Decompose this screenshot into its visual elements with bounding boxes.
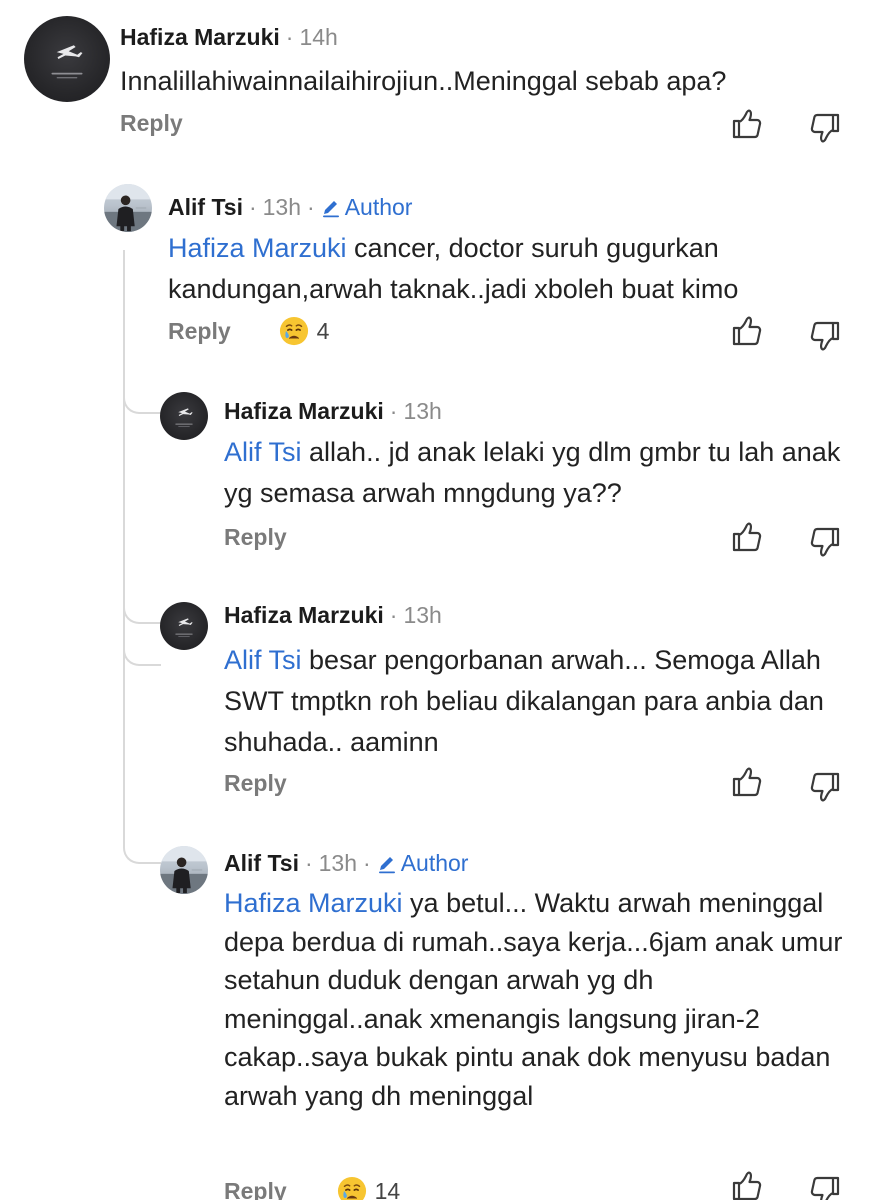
separator-dot: ·	[248, 194, 257, 220]
separator-dot: ·	[285, 24, 294, 50]
pencil-icon	[378, 857, 395, 874]
avatar-image	[160, 392, 208, 440]
author-name[interactable]: Hafiza Marzuki	[120, 24, 280, 51]
comment-text: Innalillahiwainnailaihirojiun..Meninggal…	[120, 62, 850, 100]
comment-header: Hafiza Marzuki · 13h	[224, 398, 442, 425]
comment-2: Alif Tsi · 13h · Author Hafiza Marzuki c…	[0, 170, 875, 370]
avatar[interactable]	[160, 392, 208, 440]
comment-actions: Reply	[224, 524, 287, 551]
thumbs-down-icon[interactable]	[808, 318, 842, 352]
comment-text: Hafiza Marzuki cancer, doctor suruh gugu…	[168, 228, 848, 310]
thumbs-down-icon[interactable]	[808, 1173, 842, 1200]
comment-actions: Reply	[224, 770, 287, 797]
avatar-image	[160, 846, 208, 894]
comment-actions: Reply	[120, 110, 183, 137]
avatar[interactable]	[104, 184, 152, 232]
reply-button[interactable]: Reply	[224, 524, 287, 551]
reaction-count: 4	[316, 317, 330, 344]
separator-dot: ·	[304, 850, 313, 876]
pencil-icon	[322, 201, 339, 218]
comment-text: Alif Tsi besar pengorbanan arwah... Semo…	[224, 640, 844, 763]
reaction-summary[interactable]: 14	[336, 1176, 401, 1200]
comment-body: Innalillahiwainnailaihirojiun..Meninggal…	[120, 66, 727, 96]
author-badge: Author	[321, 194, 413, 221]
timestamp: 13h	[262, 194, 302, 220]
avatar[interactable]	[160, 602, 208, 650]
comment-header: Alif Tsi · 13h · Author	[224, 850, 468, 877]
comment-body: allah.. jd anak lelaki yg dlm gmbr tu la…	[224, 437, 841, 508]
avatar[interactable]	[160, 846, 208, 894]
mention-link[interactable]: Alif Tsi	[224, 437, 302, 467]
avatar-image	[24, 16, 110, 102]
comment-actions: Reply 14	[224, 1176, 400, 1200]
author-name[interactable]: Hafiza Marzuki	[224, 602, 384, 629]
reply-button[interactable]: Reply	[224, 770, 287, 797]
separator-dot: ·	[363, 850, 371, 876]
comment-body: ya betul... Waktu arwah meninggal depa b…	[224, 888, 843, 1111]
separator-dot: ·	[389, 398, 398, 424]
separator-dot: ·	[307, 194, 315, 220]
thumbs-down-icon[interactable]	[808, 110, 842, 144]
author-name[interactable]: Alif Tsi	[224, 850, 299, 877]
thumbs-up-icon[interactable]	[730, 1170, 764, 1200]
thumbs-down-icon[interactable]	[808, 524, 842, 558]
reaction-summary[interactable]: 4	[278, 316, 330, 346]
comment-text: Alif Tsi allah.. jd anak lelaki yg dlm g…	[224, 432, 854, 514]
comment-3: Hafiza Marzuki · 13h Alif Tsi allah.. jd…	[0, 380, 875, 580]
comment-header: Alif Tsi · 13h · Author	[168, 194, 412, 221]
reply-button[interactable]: Reply	[168, 318, 231, 345]
timestamp: 13h	[403, 398, 442, 424]
timestamp: 13h	[403, 602, 442, 628]
timestamp: 13h	[318, 850, 358, 876]
author-badge-label: Author	[344, 194, 413, 220]
reply-button[interactable]: Reply	[120, 110, 183, 137]
mention-link[interactable]: Alif Tsi	[224, 645, 302, 675]
thumbs-down-icon[interactable]	[808, 769, 842, 803]
mention-link[interactable]: Hafiza Marzuki	[168, 233, 347, 263]
timestamp: 14h	[299, 24, 338, 50]
comment-header: Hafiza Marzuki · 14h	[120, 24, 338, 51]
separator-dot: ·	[389, 602, 398, 628]
comment-1: Hafiza Marzuki · 14h Innalillahiwainnail…	[0, 0, 875, 160]
crying-face-icon	[336, 1176, 367, 1200]
mention-link[interactable]: Hafiza Marzuki	[224, 888, 403, 918]
crying-face-icon	[278, 316, 309, 346]
thumbs-up-icon[interactable]	[730, 108, 764, 142]
author-badge: Author	[377, 850, 469, 877]
comment-text: Hafiza Marzuki ya betul... Waktu arwah m…	[224, 884, 854, 1115]
thumbs-up-icon[interactable]	[730, 766, 764, 800]
reply-button[interactable]: Reply	[224, 1178, 287, 1200]
author-name[interactable]: Hafiza Marzuki	[224, 398, 384, 425]
avatar-image	[160, 602, 208, 650]
reaction-count: 14	[374, 1177, 401, 1200]
thumbs-up-icon[interactable]	[730, 521, 764, 555]
avatar-image	[104, 184, 152, 232]
comment-header: Hafiza Marzuki · 13h	[224, 602, 442, 629]
avatar[interactable]	[24, 16, 110, 102]
comment-body: besar pengorbanan arwah... Semoga Allah …	[224, 645, 824, 757]
author-badge-label: Author	[400, 850, 469, 876]
comment-5: Alif Tsi · 13h · Author Hafiza Marzuki y…	[0, 834, 875, 1200]
comment-4: Hafiza Marzuki · 13h Alif Tsi besar peng…	[0, 590, 875, 820]
comment-actions: Reply 4	[168, 316, 329, 346]
author-name[interactable]: Alif Tsi	[168, 194, 243, 221]
thumbs-up-icon[interactable]	[730, 315, 764, 349]
